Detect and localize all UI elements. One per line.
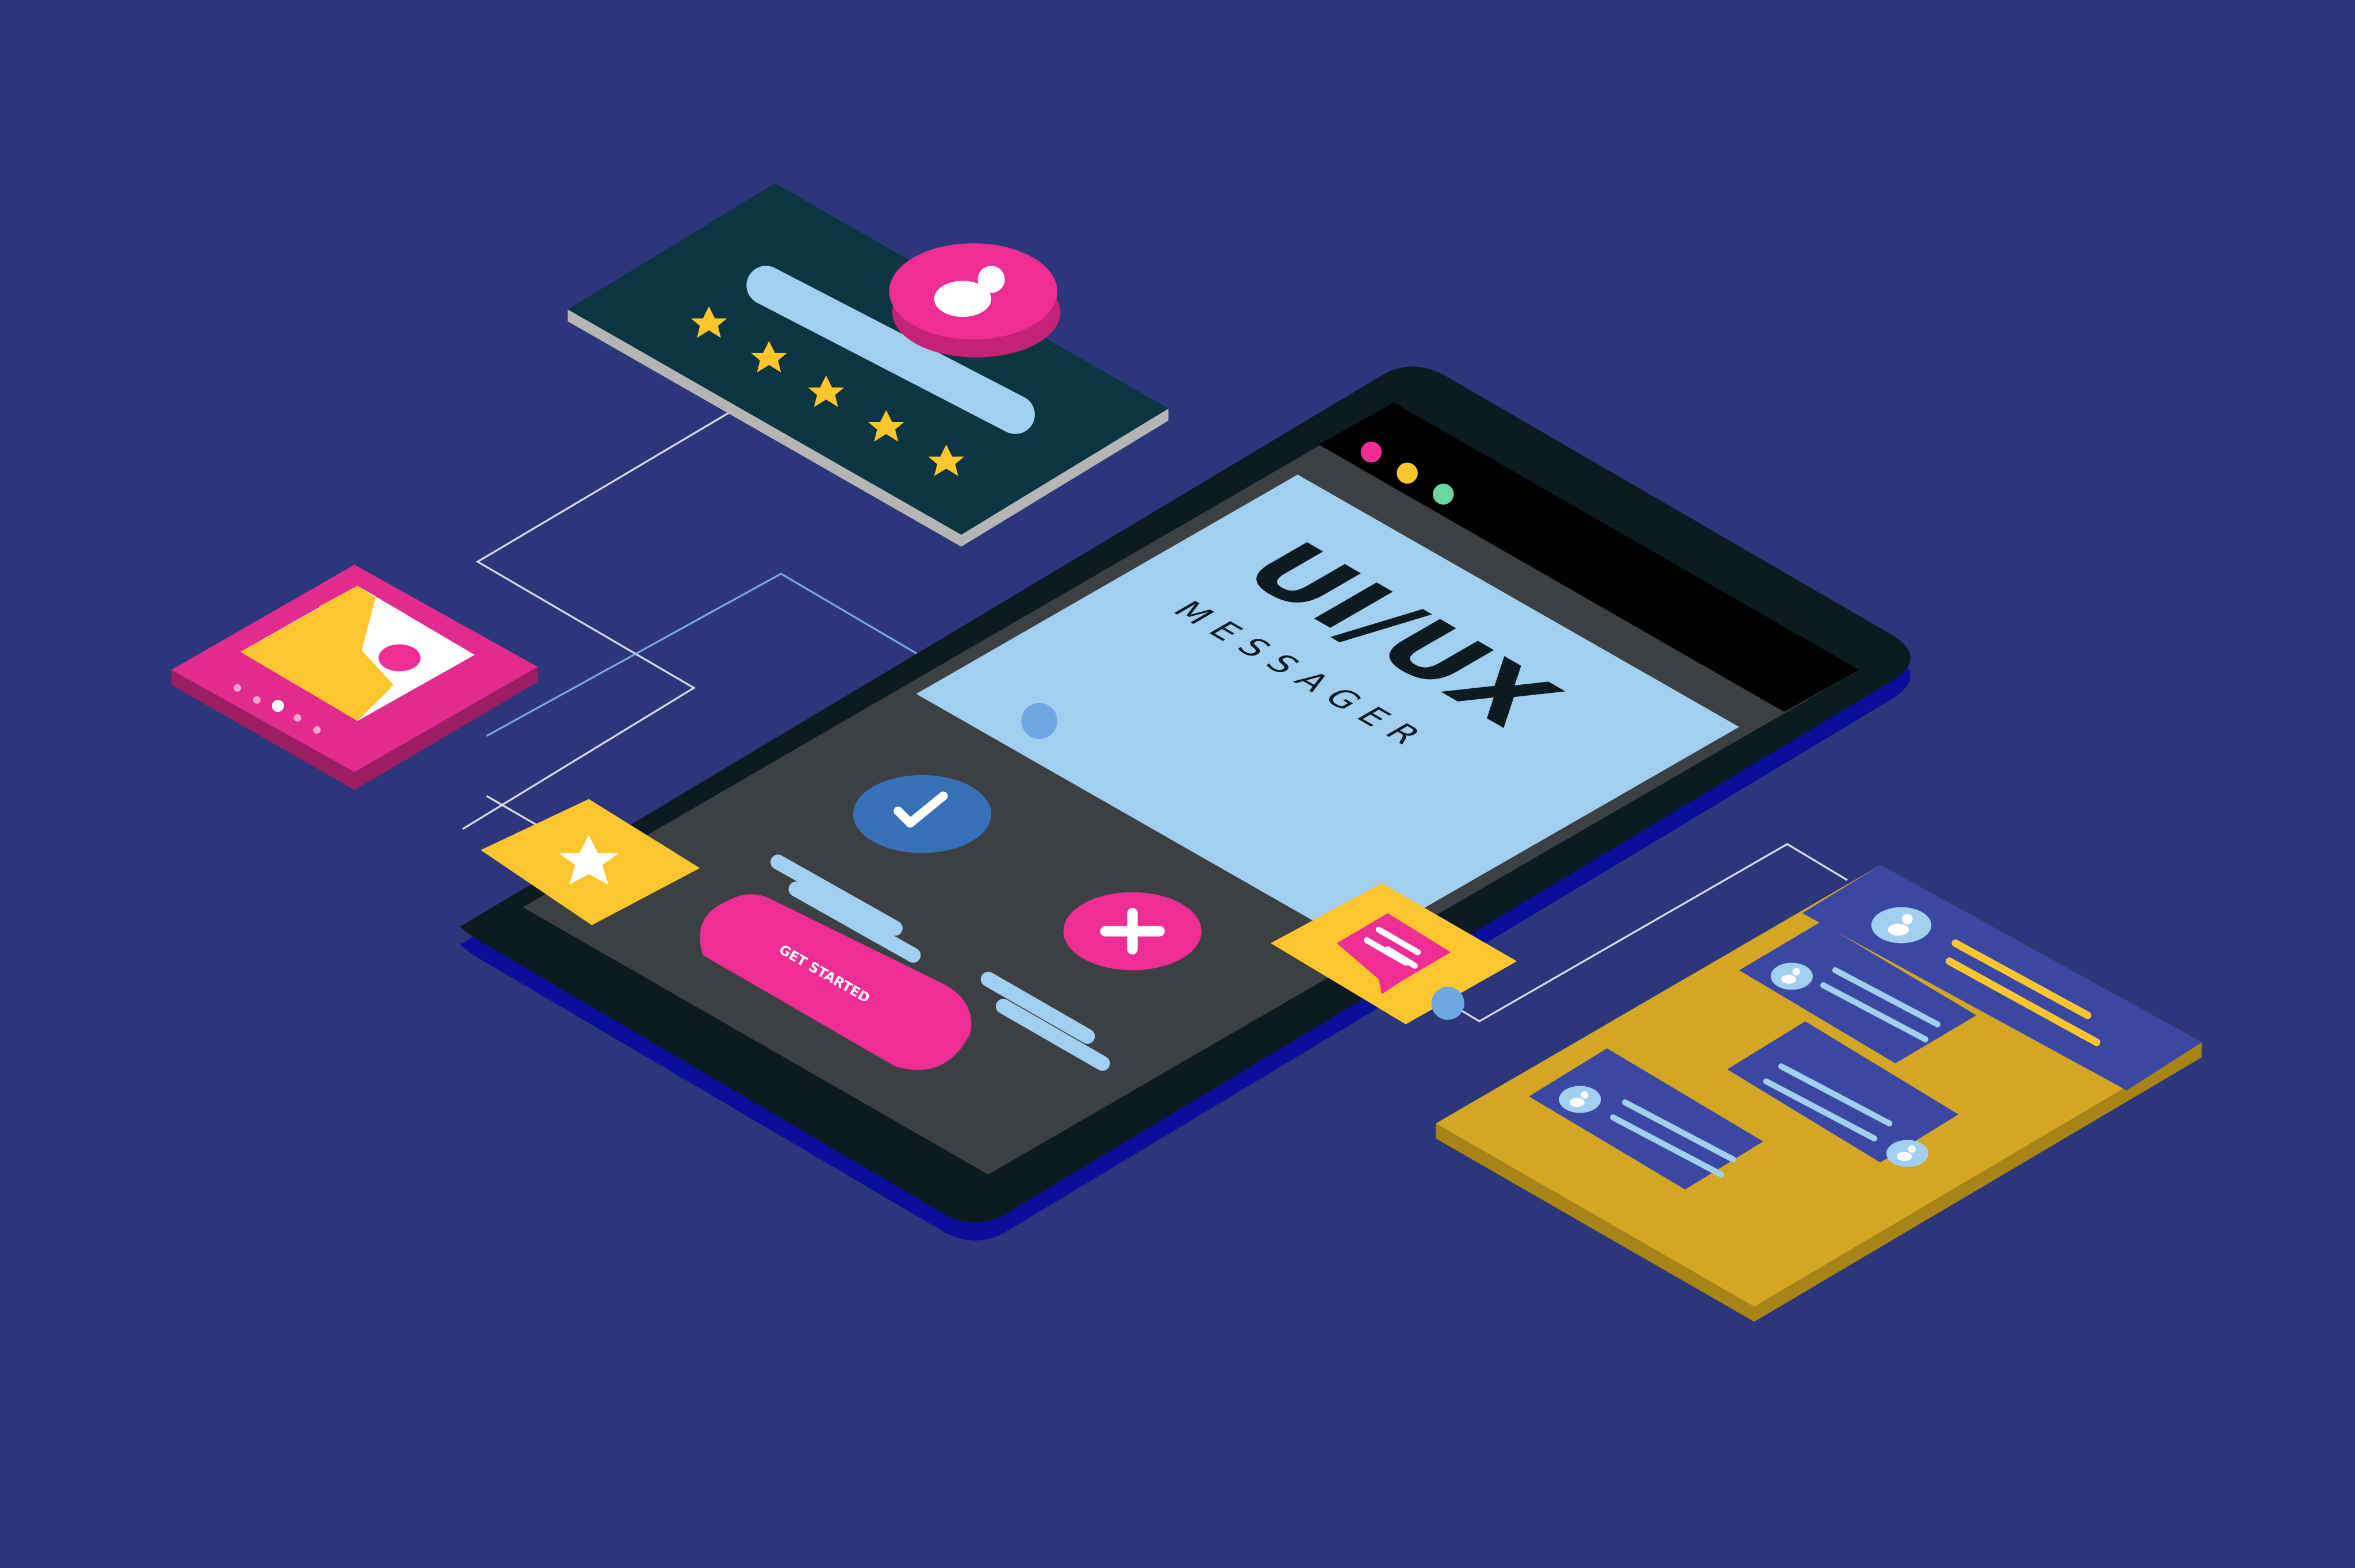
user-avatar (889, 243, 1061, 358)
user-avatar (1559, 1086, 1601, 1113)
window-minimize-dot[interactable] (1397, 462, 1418, 484)
header-user-avatar (1871, 907, 1932, 944)
image-card (171, 565, 538, 790)
window-maximize-dot[interactable] (1433, 484, 1454, 505)
chat-window-card (1436, 865, 2202, 1322)
plus-button[interactable] (1063, 892, 1202, 971)
window-close-dot[interactable] (1360, 441, 1382, 463)
user-avatar (1770, 963, 1813, 990)
check-button[interactable] (853, 775, 992, 853)
connector-endpoint (1021, 703, 1058, 739)
connector-endpoint (1431, 987, 1464, 1020)
rating-card (567, 183, 1169, 547)
user-avatar (1886, 1140, 1929, 1167)
illustration-canvas: UI/UX MESSAGER GET STARTED (171, 183, 2202, 1322)
